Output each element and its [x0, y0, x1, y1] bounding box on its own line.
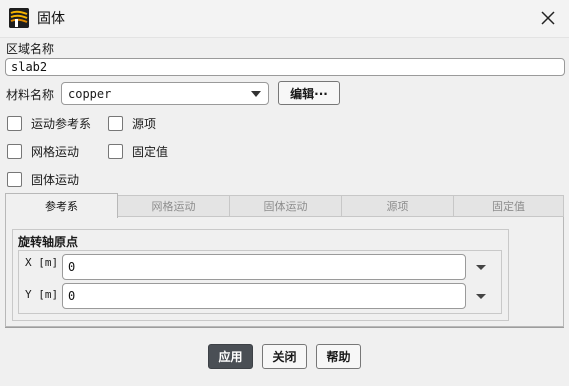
chevron-down-icon [251, 91, 261, 97]
origin-x-label: X [m] [25, 256, 59, 269]
footer-separator [5, 327, 564, 328]
frame-motion-checkbox[interactable] [7, 116, 22, 131]
tab-panel: 旋转轴原点 X [m] 0 Y [m] 0 [5, 217, 564, 327]
origin-y-label: Y [m] [25, 288, 59, 301]
checkbox-frame-motion[interactable]: 运动参考系 [7, 115, 91, 132]
title-bar: 固体 [0, 0, 569, 38]
solid-motion-checkbox[interactable] [7, 172, 22, 187]
source-terms-label: 源项 [132, 117, 157, 131]
apply-button[interactable]: 应用 [208, 344, 253, 369]
window-title: 固体 [37, 11, 65, 27]
chevron-down-icon[interactable] [476, 294, 486, 299]
mesh-motion-label: 网格运动 [31, 145, 80, 159]
material-select[interactable]: copper [61, 82, 269, 105]
tab-fixed-values[interactable]: 固定值 [453, 195, 564, 217]
edit-material-button[interactable]: 编辑··· [278, 81, 340, 105]
origin-y-field[interactable]: 0 [62, 283, 466, 309]
frame-motion-label: 运动参考系 [31, 117, 92, 131]
close-icon[interactable] [537, 7, 559, 29]
source-terms-checkbox[interactable] [108, 116, 123, 131]
rotation-origin-title: 旋转轴原点 [18, 235, 79, 249]
material-select-value: copper [68, 86, 112, 101]
fixed-values-label: 固定值 [132, 145, 169, 159]
fluent-app-icon [9, 8, 29, 28]
origin-x-field[interactable]: 0 [62, 254, 466, 280]
origin-inputs-box: X [m] 0 Y [m] 0 [18, 250, 502, 314]
fixed-values-checkbox[interactable] [108, 144, 123, 159]
checkbox-mesh-motion[interactable]: 网格运动 [7, 143, 79, 160]
tab-source-terms[interactable]: 源项 [341, 195, 454, 217]
rotation-origin-group: 旋转轴原点 X [m] 0 Y [m] 0 [12, 229, 509, 321]
chevron-down-icon[interactable] [476, 265, 486, 270]
tab-bar: 参考系 网格运动 固体运动 源项 固定值 [5, 193, 564, 218]
tab-solid-motion[interactable]: 固体运动 [229, 195, 342, 217]
mesh-motion-checkbox[interactable] [7, 144, 22, 159]
checkbox-fixed-values[interactable]: 固定值 [108, 143, 168, 160]
zone-name-label: 区域名称 [6, 42, 55, 56]
close-button[interactable]: 关闭 [262, 344, 307, 369]
material-name-label: 材料名称 [6, 88, 55, 102]
help-button[interactable]: 帮助 [316, 344, 361, 369]
tab-mesh-motion[interactable]: 网格运动 [117, 195, 230, 217]
checkbox-source-terms[interactable]: 源项 [108, 115, 156, 132]
solid-motion-label: 固体运动 [31, 173, 80, 187]
tab-reference-frame[interactable]: 参考系 [5, 193, 118, 218]
zone-name-field[interactable]: slab2 [5, 58, 565, 76]
checkbox-solid-motion[interactable]: 固体运动 [7, 171, 79, 188]
